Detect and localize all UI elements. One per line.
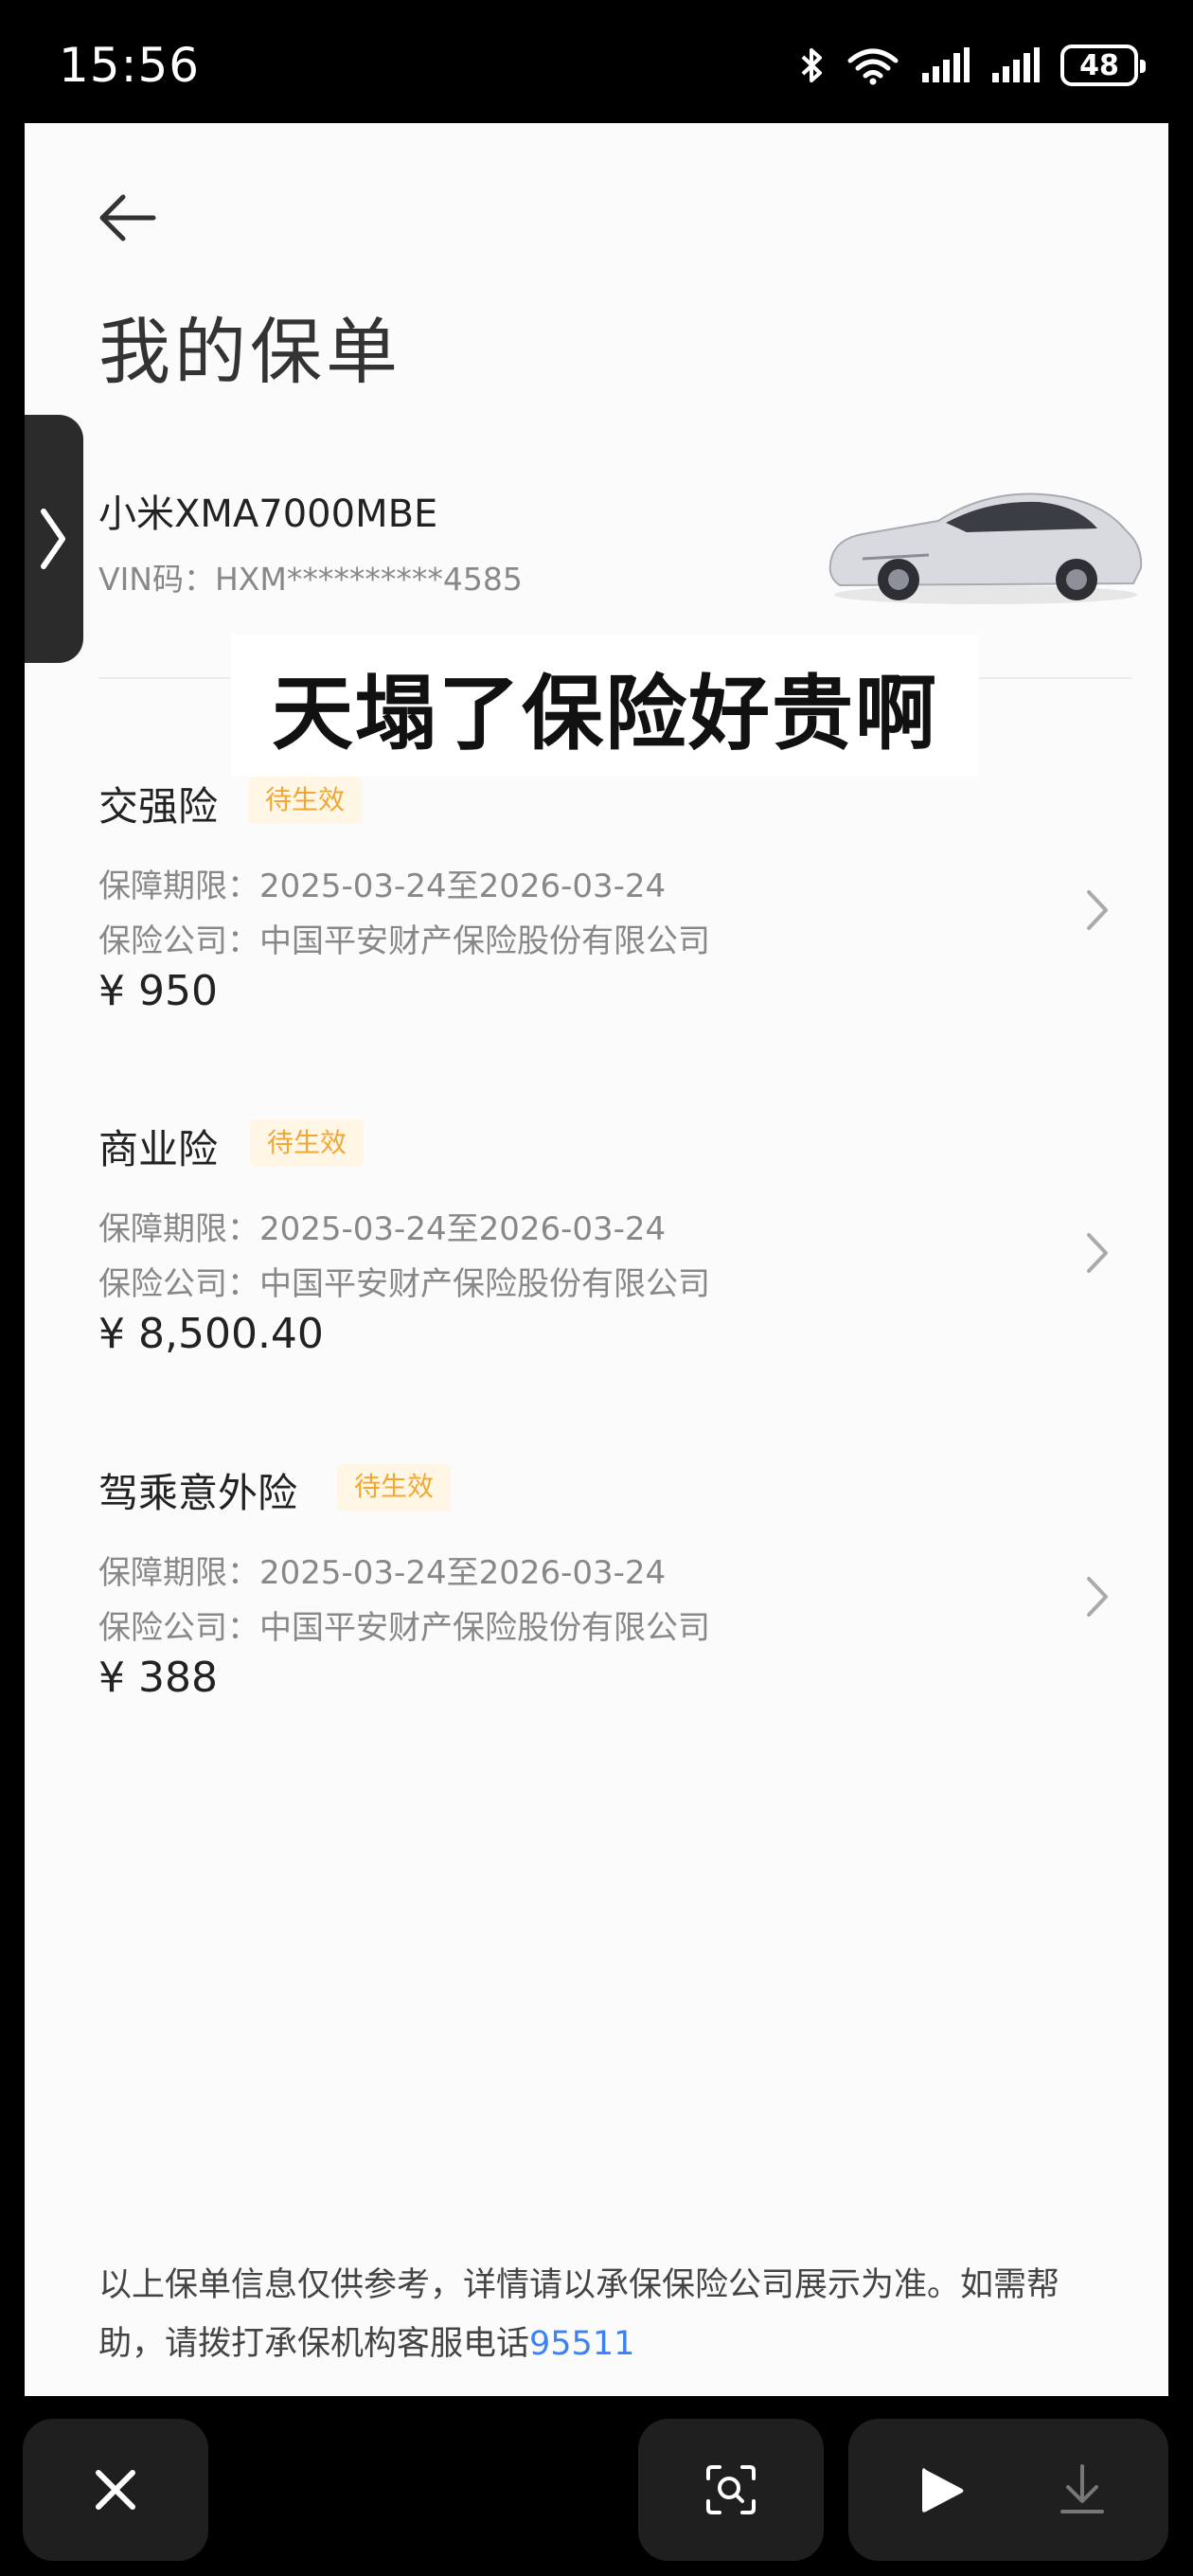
policy-period: 保障期限：2025-03-24至2026-03-24 [98, 1554, 667, 1592]
policy-price: ¥ 388 [98, 1654, 218, 1702]
policy-price: ¥ 8,500.40 [98, 1310, 324, 1358]
chevron-right-icon [1087, 1577, 1108, 1617]
scan-search-button[interactable] [638, 2419, 824, 2561]
vehicle-model: 小米XMA7000MBE [98, 492, 438, 536]
scan-search-icon [706, 2465, 756, 2514]
app-screen: 我的保单 小米XMA7000MBE VIN码：HXM**********4585… [25, 123, 1168, 2396]
status-badge: 待生效 [248, 777, 363, 824]
policy-period: 保障期限：2025-03-24至2026-03-24 [98, 868, 667, 905]
close-button[interactable] [23, 2419, 208, 2561]
viewer-toolbar [0, 2406, 1193, 2576]
signal-icon-2 [992, 47, 1040, 82]
signal-icon [922, 47, 970, 82]
policy-name: 交强险 [98, 783, 219, 830]
policy-card-accident[interactable]: 驾乘意外险 待生效 保障期限：2025-03-24至2026-03-24 保险公… [98, 1461, 1149, 1745]
status-badge: 待生效 [250, 1119, 365, 1167]
policy-company: 保险公司：中国平安财产保险股份有限公司 [98, 922, 710, 960]
policy-company: 保险公司：中国平安财产保险股份有限公司 [98, 1609, 710, 1647]
chevron-right-icon [1087, 1233, 1108, 1273]
policy-name: 驾乘意外险 [98, 1470, 298, 1516]
page-title: 我的保单 [98, 310, 401, 394]
chevron-right-icon [1087, 890, 1108, 930]
policy-period: 保障期限：2025-03-24至2026-03-24 [98, 1210, 667, 1248]
policy-name: 商业险 [98, 1126, 219, 1172]
vehicle-vin: VIN码：HXM**********4585 [98, 561, 523, 598]
status-icons: 48 [799, 42, 1146, 89]
policy-company: 保险公司：中国平安财产保险股份有限公司 [98, 1265, 710, 1303]
status-badge: 待生效 [337, 1463, 452, 1511]
status-bar: 15:56 48 [0, 0, 1193, 123]
back-arrow-icon[interactable] [95, 189, 163, 246]
wifi-icon [847, 48, 899, 85]
download-icon[interactable] [1059, 2462, 1106, 2517]
policy-card-compulsory[interactable]: 交强险 待生效 保障期限：2025-03-24至2026-03-24 保险公司：… [98, 775, 1149, 1059]
bluetooth-icon [801, 48, 822, 82]
service-phone-link[interactable]: 95511 [529, 2325, 634, 2363]
policy-price: ¥ 950 [98, 967, 218, 1015]
policy-card-commercial[interactable]: 商业险 待生效 保障期限：2025-03-24至2026-03-24 保险公司：… [98, 1118, 1149, 1402]
footer-note: 以上保单信息仅供参考，详情请以承保保险公司展示为准。如需帮助，请拨打承保机构客服… [98, 2256, 1112, 2373]
media-controls [848, 2419, 1168, 2561]
battery-icon: 48 [1060, 45, 1146, 86]
play-icon[interactable] [918, 2464, 966, 2517]
overlay-caption: 天塌了保险好贵啊 [231, 635, 979, 777]
close-icon [96, 2470, 135, 2510]
side-panel-handle[interactable] [25, 415, 83, 663]
chevron-right-icon [41, 509, 65, 569]
status-time: 15:56 [59, 38, 201, 93]
car-image [828, 492, 1143, 604]
